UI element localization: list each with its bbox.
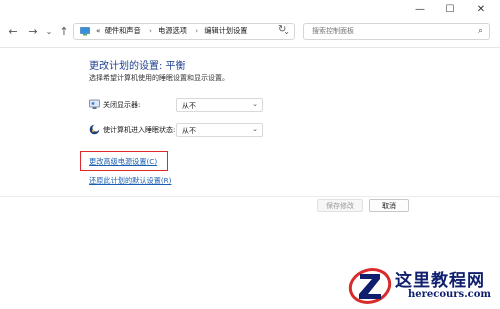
save-button[interactable]: 保存修改 — [317, 199, 363, 212]
sleep-value: 从不 — [182, 127, 196, 135]
address-row: ← → ⌄ ↑ « 硬件和声音 › 电源选项 › 编辑计划设置 ⌄ ↻ ⌕ — [0, 18, 500, 46]
control-panel-icon — [80, 27, 90, 36]
search-box[interactable]: ⌕ — [303, 23, 490, 40]
page-subtitle: 选择希望计算机使用的睡眠设置和显示设置。 — [89, 74, 229, 82]
up-arrow-icon[interactable]: ↑ — [57, 24, 71, 38]
watermark-logo-icon — [348, 268, 392, 304]
title-bar: — ☐ ✕ — [0, 0, 500, 18]
breadcrumb: « 硬件和声音 › 电源选项 › 编辑计划设置 — [96, 26, 250, 36]
toolbar-divider — [0, 47, 500, 48]
watermark-url: herecours.com — [408, 289, 492, 300]
address-bar[interactable]: « 硬件和声音 › 电源选项 › 编辑计划设置 ⌄ — [73, 23, 295, 40]
page-title: 更改计划的设置: 平衡 — [89, 61, 186, 72]
breadcrumb-separator-icon: › — [148, 26, 152, 35]
maximize-button[interactable]: ☐ — [435, 0, 465, 18]
search-icon[interactable]: ⌕ — [478, 26, 483, 36]
minimize-button[interactable]: — — [405, 0, 435, 18]
back-arrow-icon[interactable]: ← — [6, 24, 20, 38]
history-chevron-icon[interactable]: ⌄ — [42, 24, 56, 38]
footer-divider — [0, 196, 500, 197]
forward-arrow-icon[interactable]: → — [26, 24, 40, 38]
search-input[interactable] — [310, 26, 464, 36]
watermark: 这里教程网 herecours.com — [346, 262, 500, 308]
breadcrumb-overflow[interactable]: « — [96, 26, 100, 35]
advanced-power-settings-link[interactable]: 更改高级电源设置(C) — [89, 157, 157, 167]
display-off-select[interactable]: 从不 ⌄ — [176, 98, 263, 112]
cancel-button[interactable]: 取消 — [369, 199, 409, 212]
chevron-down-icon: ⌄ — [252, 125, 258, 133]
breadcrumb-item-hardware-sound[interactable]: 硬件和声音 — [105, 26, 141, 35]
sleep-label: 使计算机进入睡眠状态: — [103, 126, 176, 134]
breadcrumb-separator-icon: › — [195, 26, 199, 35]
refresh-icon[interactable]: ↻ — [278, 24, 286, 35]
watermark-name: 这里教程网 — [395, 271, 485, 291]
display-off-label: 关闭显示器: — [103, 101, 141, 109]
display-off-value: 从不 — [182, 102, 196, 110]
chevron-down-icon: ⌄ — [252, 100, 258, 108]
restore-defaults-link[interactable]: 还原此计划的默认设置(R) — [89, 176, 171, 186]
breadcrumb-item-edit-plan[interactable]: 编辑计划设置 — [204, 26, 247, 35]
close-button[interactable]: ✕ — [466, 0, 496, 18]
breadcrumb-item-power-options[interactable]: 电源选项 — [158, 26, 187, 35]
sleep-moon-icon — [89, 124, 100, 135]
sleep-select[interactable]: 从不 ⌄ — [176, 123, 263, 137]
monitor-icon — [89, 99, 100, 109]
